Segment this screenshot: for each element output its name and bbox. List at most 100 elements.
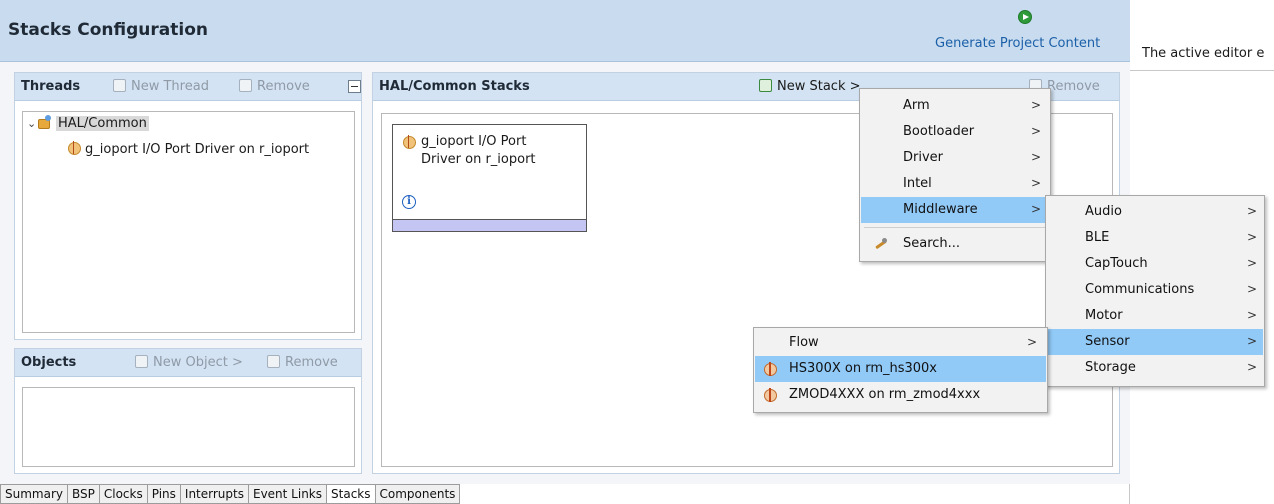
- menu-item-zmod4xxx[interactable]: ZMOD4XXX on rm_zmod4xxx: [755, 382, 1046, 408]
- menu-item-label: Audio: [1085, 204, 1122, 219]
- menu-item-sensor[interactable]: Sensor >: [1047, 329, 1263, 355]
- info-icon[interactable]: i: [402, 195, 416, 209]
- menu-item-label: ZMOD4XXX on rm_zmod4xxx: [789, 387, 981, 402]
- threads-tree: ⌄ HAL/Common g_ioport I/O Port Driver on …: [22, 111, 355, 333]
- remove-thread-label: Remove: [257, 79, 310, 94]
- chevron-right-icon: >: [1247, 360, 1258, 374]
- stack-block-label: g_ioport I/O Port Driver on r_ioport: [421, 133, 581, 169]
- menu-item-search[interactable]: Search...: [861, 231, 1049, 257]
- sensor-submenu: Flow > HS300X on rm_hs300x ZMOD4XXX on rm…: [753, 327, 1048, 413]
- menu-item-label: CapTouch: [1085, 256, 1148, 271]
- new-stack-label: New Stack: [777, 79, 846, 94]
- chevron-right-icon: >: [1031, 98, 1042, 112]
- search-icon: [873, 237, 889, 251]
- menu-item-label: Storage: [1085, 360, 1136, 375]
- menu-item-communications[interactable]: Communications >: [1047, 277, 1263, 303]
- tab-stacks[interactable]: Stacks: [326, 484, 375, 504]
- chevron-right-icon: >: [1247, 282, 1258, 296]
- menu-item-label: Search...: [903, 236, 961, 251]
- app-window: { "header": { "title": "Stacks Configura…: [0, 0, 1274, 504]
- chevron-right-icon: >: [1031, 202, 1042, 216]
- tab-clocks[interactable]: Clocks: [98, 484, 147, 504]
- new-thread-button[interactable]: New Thread: [113, 79, 209, 94]
- menu-item-driver[interactable]: Driver >: [861, 145, 1049, 171]
- chevron-right-icon: >: [1031, 150, 1042, 164]
- menu-item-label: Bootloader: [903, 124, 975, 139]
- new-object-button[interactable]: New Object >: [135, 355, 243, 370]
- menu-item-label: Intel: [903, 176, 932, 191]
- generate-project-content-link[interactable]: Generate Project Content: [935, 36, 1100, 51]
- objects-title: Objects: [21, 355, 77, 370]
- stack-block-line1: g_ioport I/O Port: [421, 134, 527, 149]
- chevron-right-icon: >: [1247, 256, 1258, 270]
- chevron-down-icon[interactable]: ⌄: [27, 117, 37, 130]
- tab-components[interactable]: Components: [374, 484, 461, 504]
- menu-item-middleware[interactable]: Middleware >: [861, 197, 1049, 223]
- tab-bsp[interactable]: BSP: [67, 484, 99, 504]
- new-stack-menu: Arm > Bootloader > Driver > Intel > Middlewa…: [859, 88, 1051, 262]
- menu-item-hs300x[interactable]: HS300X on rm_hs300x: [755, 356, 1046, 382]
- new-stack-button[interactable]: New Stack >: [759, 79, 861, 94]
- objects-panel: Objects New Object > Remove: [14, 348, 362, 474]
- module-icon: [763, 362, 777, 376]
- threads-title: Threads: [21, 79, 81, 94]
- side-panel-message: The active editor e: [1142, 46, 1265, 61]
- chevron-right-icon: >: [1247, 204, 1258, 218]
- stacks-title: HAL/Common Stacks: [379, 79, 530, 94]
- menu-item-flow[interactable]: Flow >: [755, 330, 1046, 356]
- menu-item-label: HS300X on rm_hs300x: [789, 361, 938, 376]
- collapse-icon[interactable]: [348, 80, 361, 93]
- stack-block-line2: Driver on r_ioport: [421, 152, 536, 167]
- stack-block-ioport[interactable]: g_ioport I/O Port Driver on r_ioport i: [392, 124, 587, 232]
- tab-summary[interactable]: Summary: [0, 484, 67, 504]
- menu-item-label: Flow: [789, 335, 819, 350]
- menu-item-label: Sensor: [1085, 334, 1130, 349]
- stack-block-bar: [393, 219, 586, 231]
- new-object-icon: [135, 355, 148, 368]
- objects-panel-header: Objects New Object > Remove: [15, 349, 361, 377]
- editor-tabs: Summary BSP Clocks Pins Interrupts Event…: [0, 484, 461, 504]
- remove-icon: [239, 79, 252, 92]
- remove-object-button[interactable]: Remove: [267, 355, 338, 370]
- tree-item-label: HAL/Common: [56, 116, 149, 131]
- menu-item-arm[interactable]: Arm >: [861, 93, 1049, 119]
- tree-item-label: g_ioport I/O Port Driver on r_ioport: [85, 142, 310, 157]
- new-thread-icon: [113, 79, 126, 92]
- menu-item-audio[interactable]: Audio >: [1047, 199, 1263, 225]
- tree-item-hal-common[interactable]: ⌄ HAL/Common: [27, 115, 149, 131]
- new-thread-label: New Thread: [131, 79, 209, 94]
- module-icon: [763, 388, 777, 402]
- chevron-right-icon: >: [1031, 176, 1042, 190]
- chevron-right-icon: >: [1027, 335, 1038, 349]
- menu-item-intel[interactable]: Intel >: [861, 171, 1049, 197]
- editor-header: Stacks Configuration Generate Project Co…: [0, 0, 1130, 62]
- chevron-right-icon: >: [1247, 334, 1258, 348]
- remove-object-label: Remove: [285, 355, 338, 370]
- menu-separator: [864, 227, 1046, 228]
- driver-icon: [402, 135, 416, 149]
- chevron-right-icon: >: [1031, 124, 1042, 138]
- menu-item-label: BLE: [1085, 230, 1110, 245]
- menu-item-ble[interactable]: BLE >: [1047, 225, 1263, 251]
- menu-item-motor[interactable]: Motor >: [1047, 303, 1263, 329]
- menu-item-label: Driver: [903, 150, 944, 165]
- new-object-label: New Object >: [153, 355, 243, 370]
- side-divider: [1130, 70, 1274, 71]
- page-title: Stacks Configuration: [8, 20, 208, 40]
- tab-interrupts[interactable]: Interrupts: [179, 484, 248, 504]
- menu-item-storage[interactable]: Storage >: [1047, 355, 1263, 381]
- threads-panel-header: Threads New Thread Remove: [15, 73, 361, 101]
- menu-item-bootloader[interactable]: Bootloader >: [861, 119, 1049, 145]
- menu-item-label: Communications: [1085, 282, 1195, 297]
- tab-pins[interactable]: Pins: [146, 484, 180, 504]
- new-stack-icon: [759, 79, 772, 92]
- tree-item-ioport-driver[interactable]: g_ioport I/O Port Driver on r_ioport: [67, 141, 309, 157]
- menu-item-captouch[interactable]: CapTouch >: [1047, 251, 1263, 277]
- play-icon[interactable]: [1018, 10, 1032, 24]
- hal-common-icon: [37, 115, 53, 129]
- remove-stack-label: Remove: [1047, 79, 1100, 94]
- tab-event-links[interactable]: Event Links: [247, 484, 327, 504]
- remove-icon: [267, 355, 280, 368]
- middleware-submenu: Audio > BLE > CapTouch > Communications > Mo…: [1045, 195, 1265, 387]
- remove-thread-button[interactable]: Remove: [239, 79, 310, 94]
